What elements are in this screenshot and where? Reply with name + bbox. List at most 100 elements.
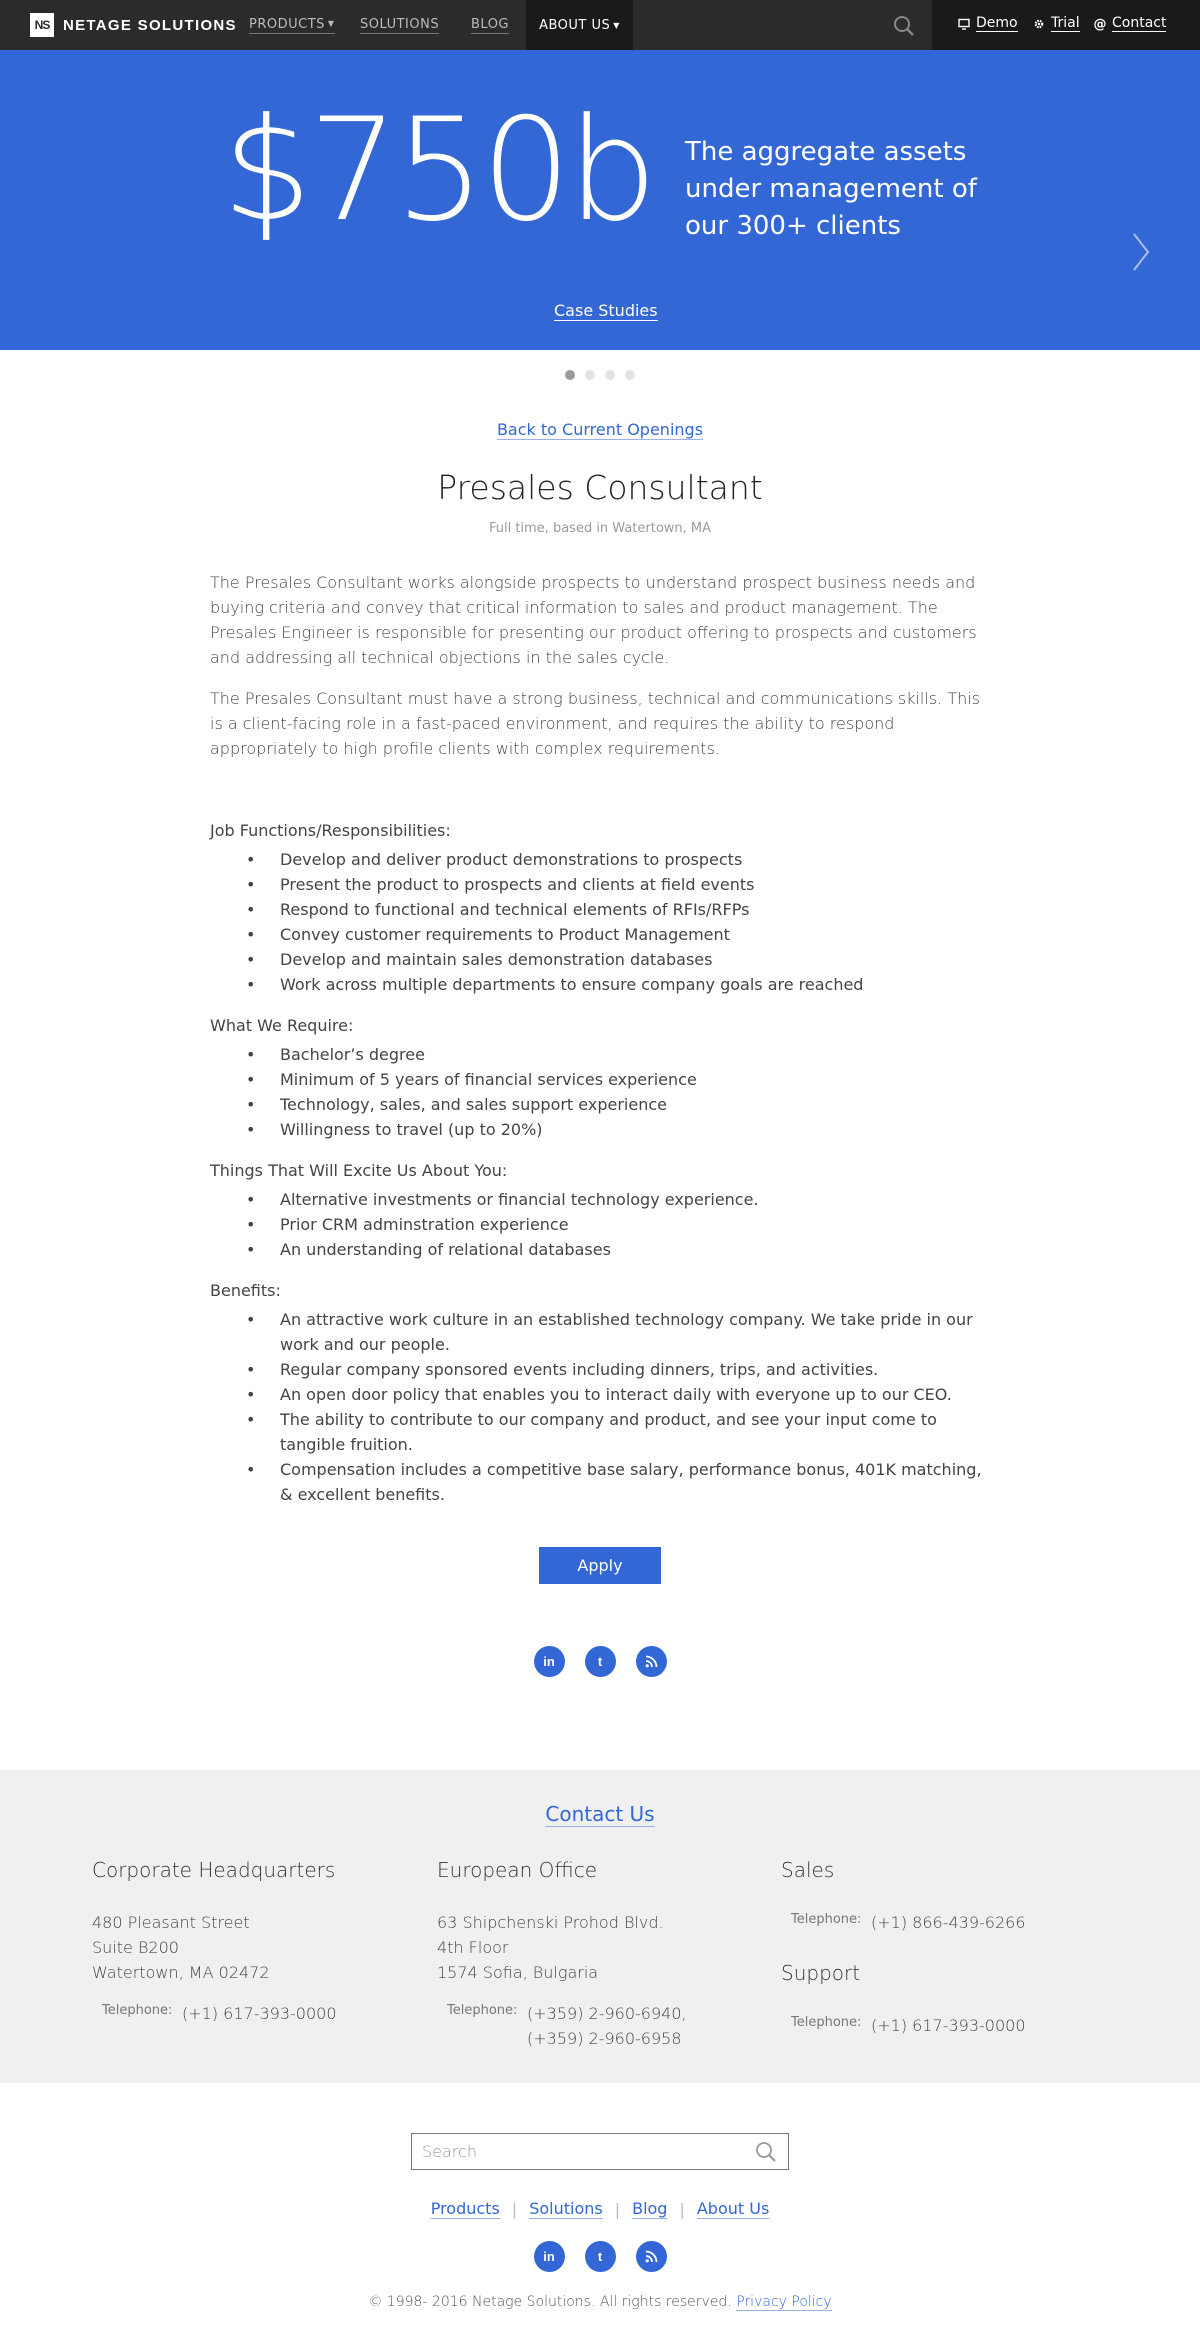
- carousel-dots: [0, 370, 1200, 380]
- eu-phones: (+359) 2-960-6940, (+359) 2-960-6958: [527, 2001, 687, 2051]
- hero-stat: $750b: [222, 88, 658, 253]
- caret-down-icon: ▼: [327, 19, 335, 28]
- carousel-dot[interactable]: [605, 370, 615, 380]
- list-item: Bachelor’s degree: [210, 1042, 990, 1067]
- hq-heading: Corporate Headquarters: [92, 1858, 336, 1882]
- list-item: Compensation includes a competitive base…: [210, 1457, 990, 1507]
- footer-search: [411, 2133, 789, 2170]
- top-navigation: NS NETAGE SOLUTIONS PRODUCTS ▼ SOLUTIONS …: [0, 0, 1200, 50]
- search-input[interactable]: [422, 2134, 742, 2169]
- list-item: Develop and deliver product demonstratio…: [210, 847, 990, 872]
- monitor-icon: [958, 18, 970, 30]
- contact-link[interactable]: @ Contact: [1093, 15, 1167, 32]
- address-line: Watertown, MA 02472: [92, 1963, 270, 1982]
- nav-products[interactable]: PRODUCTS ▼: [249, 17, 335, 34]
- contact-us-link[interactable]: Contact Us: [545, 1802, 655, 1827]
- address-line: 1574 Sofia, Bulgaria: [437, 1963, 599, 1982]
- rss-icon[interactable]: [635, 1646, 667, 1677]
- chevron-right-icon[interactable]: [1130, 230, 1152, 274]
- list-item: Present the product to prospects and cli…: [210, 872, 990, 897]
- hero-description: The aggregate assets under management of…: [685, 137, 977, 241]
- support-phone[interactable]: (+1) 617-393-0000: [871, 2013, 1026, 2038]
- job-posting: Back to Current Openings Presales Consul…: [0, 420, 1200, 1677]
- section-heading: What We Require:: [210, 1016, 354, 1035]
- intro-paragraph: The Presales Consultant works alongside …: [210, 573, 977, 667]
- rss-icon[interactable]: [635, 2241, 667, 2272]
- carousel-dot[interactable]: [565, 370, 575, 380]
- list-item: Alternative investments or financial tec…: [210, 1187, 990, 1212]
- trial-label: Trial: [1051, 15, 1080, 32]
- address-line: 63 Shipchenski Prohod Blvd.: [437, 1913, 664, 1932]
- sales-phone[interactable]: (+1) 866-439-6266: [871, 1910, 1026, 1935]
- requirements-list: Bachelor’s degree Minimum of 5 years of …: [210, 1042, 990, 1142]
- list-item: An attractive work culture in an establi…: [210, 1307, 990, 1357]
- demo-link[interactable]: Demo: [958, 16, 1018, 32]
- telephone-label: Telephone:: [791, 1912, 862, 1927]
- eu-phone[interactable]: (+359) 2-960-6940,: [527, 2001, 687, 2026]
- hq-column: Corporate Headquarters 480 Pleasant Stre…: [92, 1858, 392, 2026]
- list-item: Regular company sponsored events includi…: [210, 1357, 990, 1382]
- gear-icon: [1033, 18, 1045, 30]
- telephone-label: Telephone:: [447, 2003, 518, 2018]
- sales-support-column: Sales Telephone: (+1) 866-439-6266 Suppo…: [781, 1858, 1081, 2038]
- requirements-paragraph: The Presales Consultant must have a stro…: [210, 689, 981, 758]
- list-item: An open door policy that enables you to …: [210, 1382, 990, 1407]
- footer-link-blog[interactable]: Blog: [632, 2200, 668, 2219]
- list-item: Convey customer requirements to Product …: [210, 922, 990, 947]
- trial-link[interactable]: Trial: [1033, 16, 1080, 32]
- list-item: Develop and maintain sales demonstration…: [210, 947, 990, 972]
- hq-address: 480 Pleasant Street Suite B200 Watertown…: [92, 1910, 392, 1985]
- tumblr-icon[interactable]: t: [584, 2241, 616, 2272]
- address-line: 4th Floor: [437, 1938, 509, 1957]
- carousel-dot[interactable]: [625, 370, 635, 380]
- section-heading: Things That Will Excite Us About You:: [210, 1161, 508, 1180]
- footer-link-solutions[interactable]: Solutions: [529, 2200, 603, 2219]
- divider: |: [511, 2200, 518, 2219]
- at-icon: @: [1093, 16, 1107, 32]
- search-icon[interactable]: [755, 2141, 777, 2163]
- back-to-openings-link[interactable]: Back to Current Openings: [496, 421, 704, 440]
- eu-address: 63 Shipchenski Prohod Blvd. 4th Floor 15…: [437, 1910, 737, 1985]
- eu-column: European Office 63 Shipchenski Prohod Bl…: [437, 1858, 737, 2051]
- nav-products-label: PRODUCTS: [249, 17, 325, 32]
- tumblr-icon[interactable]: t: [584, 1646, 616, 1677]
- footer-social-links: in t: [0, 2241, 1200, 2272]
- contact-section: Contact Us Corporate Headquarters 480 Pl…: [0, 1770, 1200, 2083]
- hq-phone[interactable]: (+1) 617-393-0000: [182, 2001, 337, 2026]
- social-links: in t: [0, 1646, 1200, 1677]
- nav-solutions[interactable]: SOLUTIONS: [360, 17, 440, 34]
- address-line: Suite B200: [92, 1938, 179, 1957]
- carousel-dot[interactable]: [585, 370, 595, 380]
- section-heading: Benefits:: [210, 1281, 281, 1300]
- linkedin-icon[interactable]: in: [533, 1646, 565, 1677]
- logo-mark: NS: [30, 13, 54, 37]
- contact-label: Contact: [1112, 15, 1167, 32]
- case-studies-link[interactable]: Case Studies: [554, 302, 658, 321]
- telephone-label: Telephone:: [102, 2003, 173, 2018]
- hero-carousel: $750b The aggregate assets under managem…: [0, 50, 1200, 350]
- list-item: The ability to contribute to our company…: [210, 1407, 990, 1457]
- apply-button[interactable]: Apply: [539, 1547, 661, 1584]
- footer-link-products[interactable]: Products: [430, 2200, 500, 2219]
- sales-heading: Sales: [781, 1858, 835, 1882]
- caret-down-icon: ▼: [613, 20, 620, 30]
- list-item: Prior CRM adminstration experience: [210, 1212, 990, 1237]
- benefits-list: An attractive work culture in an establi…: [210, 1307, 990, 1507]
- logo[interactable]: NS NETAGE SOLUTIONS: [30, 13, 237, 37]
- page-title: Presales Consultant: [437, 468, 763, 507]
- nav-blog[interactable]: BLOG: [471, 17, 510, 34]
- linkedin-icon[interactable]: in: [533, 2241, 565, 2272]
- privacy-policy-link[interactable]: Privacy Policy: [736, 2294, 832, 2311]
- responsibilities-list: Develop and deliver product demonstratio…: [210, 847, 990, 997]
- demo-label: Demo: [976, 15, 1018, 32]
- list-item: An understanding of relational databases: [210, 1237, 990, 1262]
- footer-link-about-us[interactable]: About Us: [696, 2200, 770, 2219]
- search-icon[interactable]: [893, 15, 915, 37]
- nav-about-us[interactable]: ABOUT US ▼: [526, 0, 633, 50]
- divider: |: [614, 2200, 621, 2219]
- divider: |: [679, 2200, 685, 2219]
- eu-phone[interactable]: (+359) 2-960-6958: [527, 2026, 687, 2051]
- telephone-label: Telephone:: [791, 2015, 862, 2030]
- list-item: Minimum of 5 years of financial services…: [210, 1067, 990, 1092]
- list-item: Respond to functional and technical elem…: [210, 897, 990, 922]
